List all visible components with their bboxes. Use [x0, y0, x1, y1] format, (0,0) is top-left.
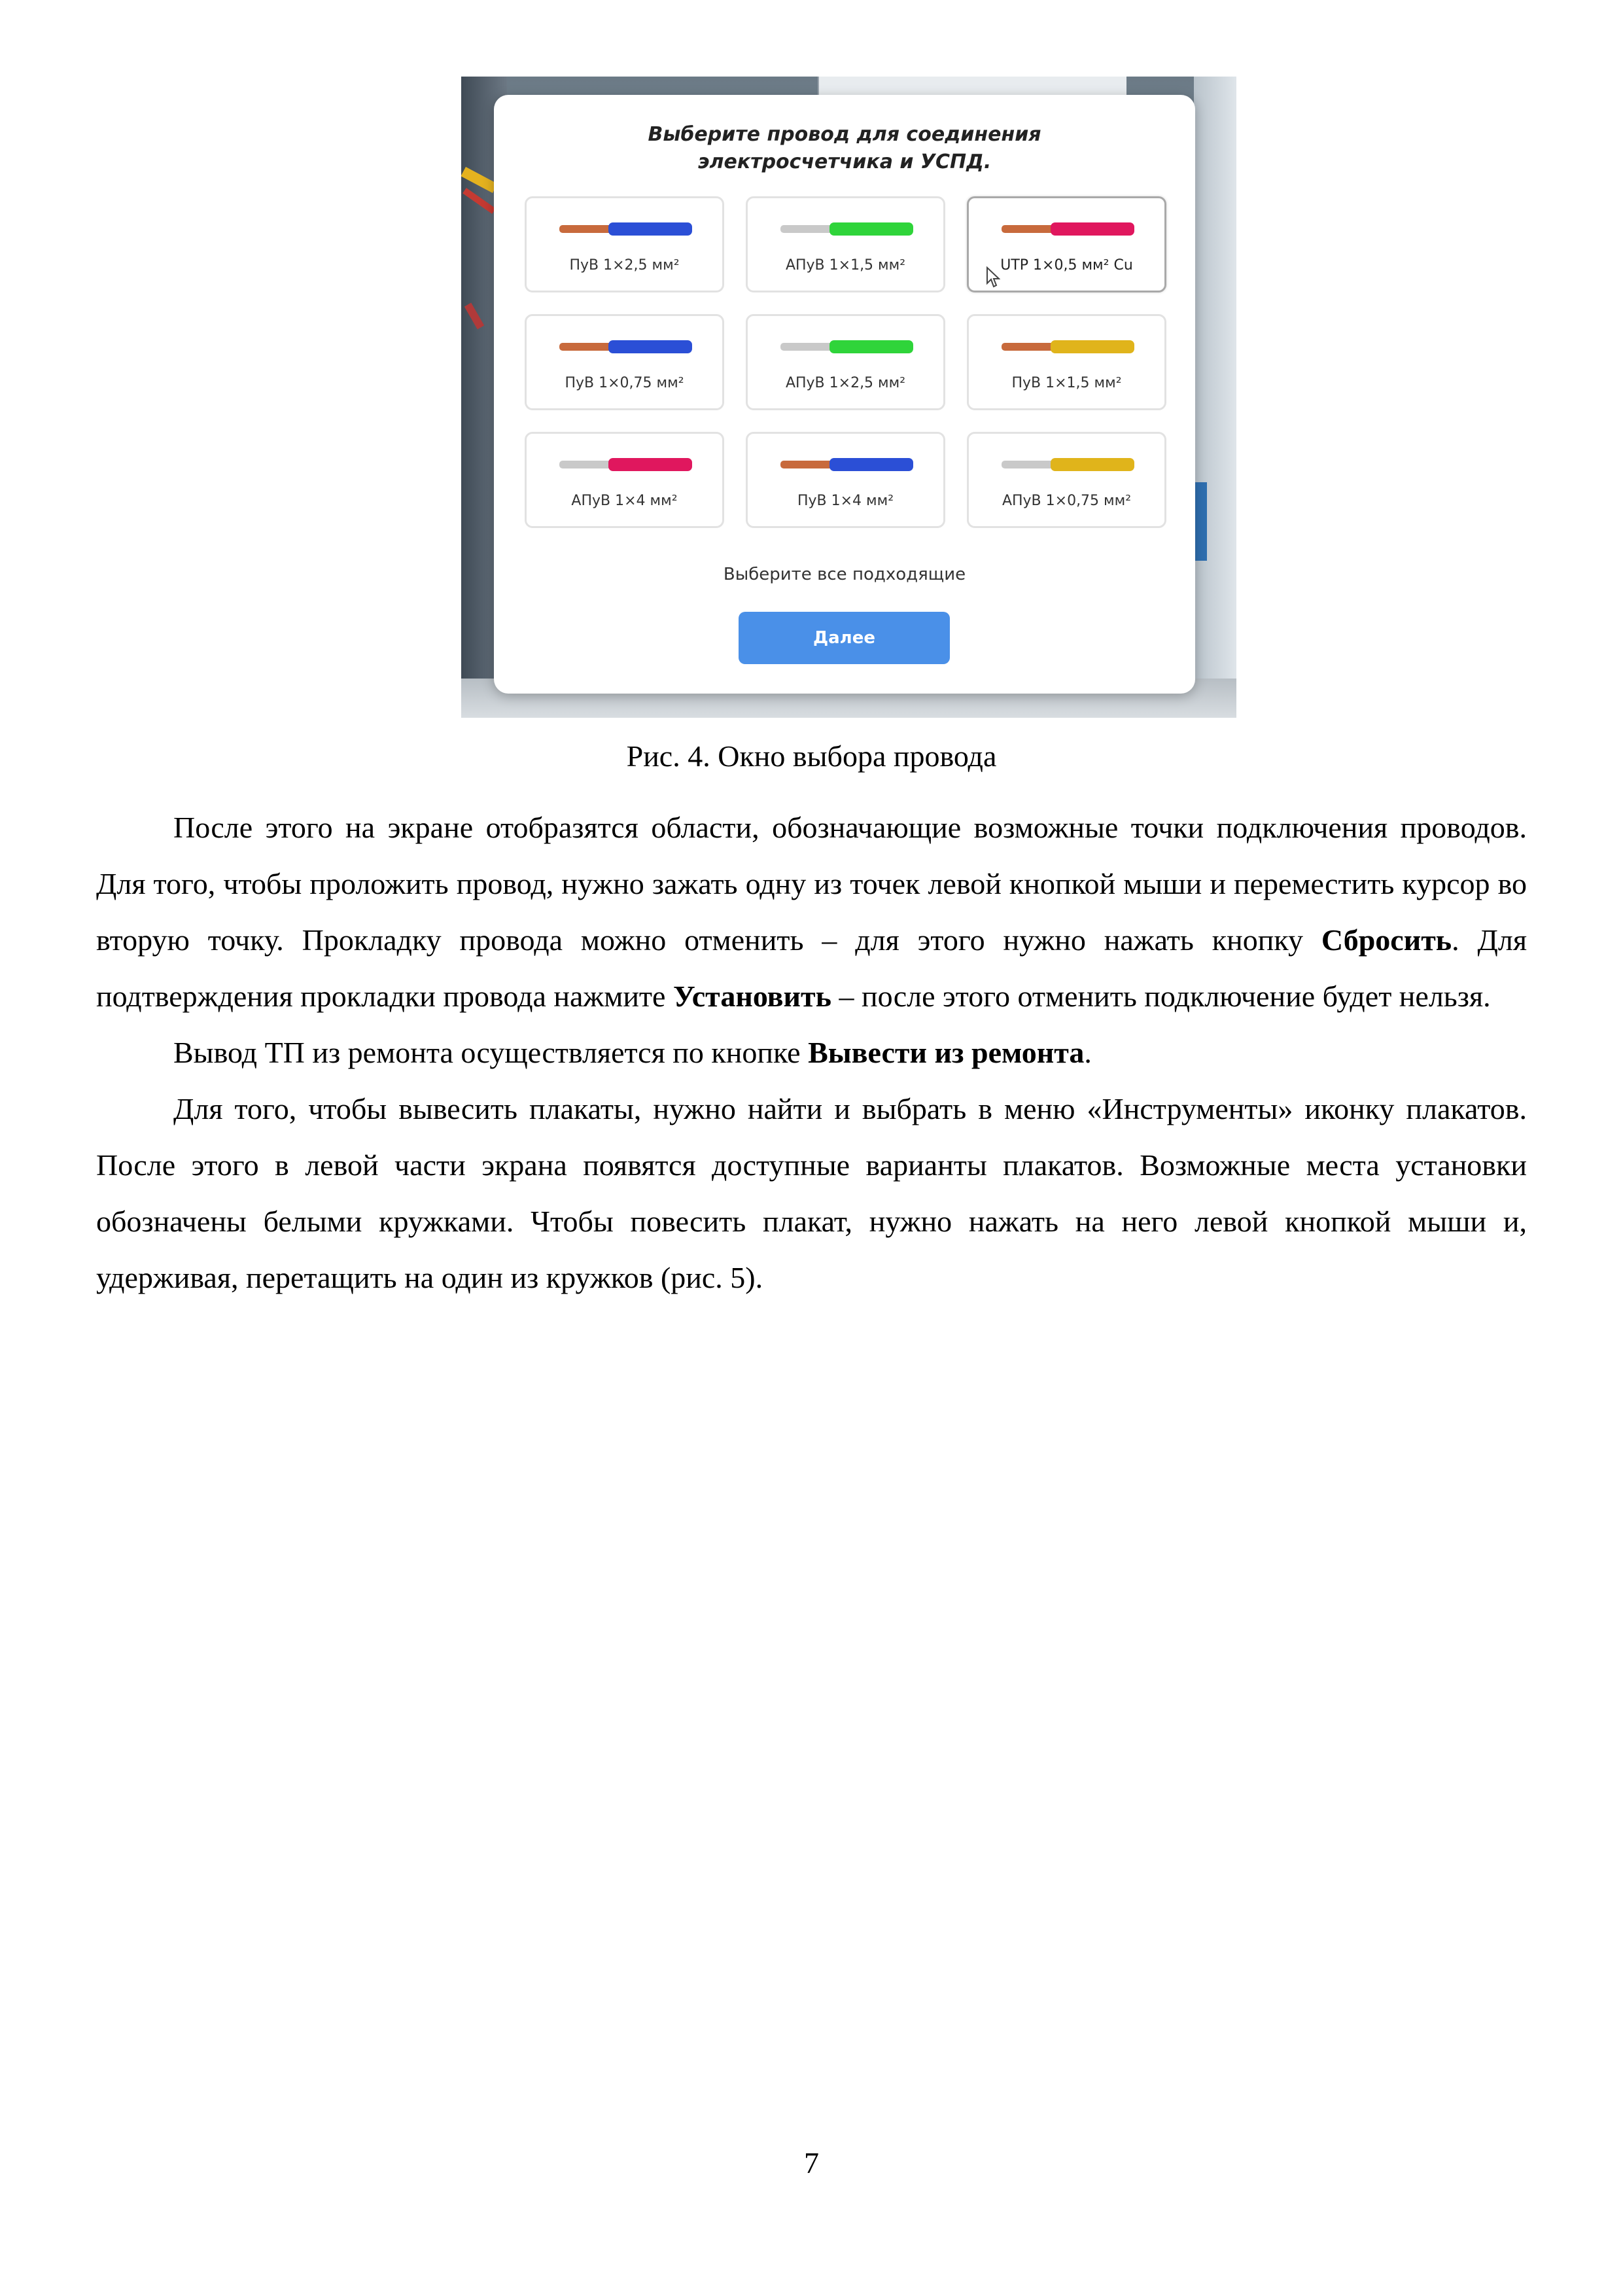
wire-option-card[interactable]: ПуВ 1×2,5 мм² — [525, 196, 724, 292]
wire-option-card[interactable]: АПуВ 1×1,5 мм² — [746, 196, 945, 292]
wire-option-label: АПуВ 1×4 мм² — [571, 493, 678, 509]
paragraph-2: Вывод ТП из ремонта осуществляется по кн… — [96, 1025, 1527, 1081]
wire-icon — [559, 458, 692, 471]
wire-insulation-icon — [1051, 340, 1134, 353]
mouse-cursor-icon — [986, 266, 1000, 288]
wire-option-label: ПуВ 1×2,5 мм² — [569, 257, 680, 274]
out-of-repair-button-reference: Вывести из ремонта — [808, 1036, 1085, 1069]
wire-option-card[interactable]: АПуВ 1×4 мм² — [525, 432, 724, 528]
paragraph-1-text-d: – после этого отменить подключение будет… — [831, 980, 1491, 1013]
wire-icon — [559, 340, 692, 353]
scene-blue-element — [1194, 482, 1207, 561]
wire-insulation-icon — [1051, 222, 1134, 236]
wire-option-label: ПуВ 1×0,75 мм² — [565, 375, 684, 391]
scene-background-right — [1194, 77, 1236, 718]
paragraph-3: Для того, чтобы вывесить плакаты, нужно … — [96, 1092, 1527, 1294]
wire-option-label: ПуВ 1×1,5 мм² — [1011, 375, 1122, 391]
wire-icon — [1002, 222, 1134, 236]
selection-hint: Выберите все подходящие — [723, 565, 966, 584]
paragraph-2-text-c: . — [1084, 1036, 1092, 1069]
paragraph-1: После этого на экране отобразятся област… — [96, 800, 1527, 1025]
wire-icon — [1002, 340, 1134, 353]
document-body: После этого на экране отобразятся област… — [96, 800, 1527, 1306]
wire-option-label: АПуВ 1×2,5 мм² — [785, 375, 906, 391]
wire-insulation-icon — [608, 222, 692, 236]
wire-icon — [780, 458, 913, 471]
install-button-reference: Установить — [672, 980, 831, 1013]
wire-icon — [559, 222, 692, 236]
paragraph-1-text-a: После этого на экране отобразятся област… — [96, 811, 1527, 957]
wire-option-label: АПуВ 1×0,75 мм² — [1002, 493, 1132, 509]
figure-screenshot: Выберите провод для соединения электросч… — [461, 77, 1236, 718]
next-button[interactable]: Далее — [739, 612, 950, 664]
page-number: 7 — [804, 2146, 819, 2180]
wire-insulation-icon — [829, 340, 913, 353]
wire-icon — [780, 222, 913, 236]
figure-caption: Рис. 4. Окно выбора провода — [626, 739, 997, 773]
wire-selection-dialog: Выберите провод для соединения электросч… — [494, 95, 1195, 694]
wire-option-card[interactable]: ПуВ 1×0,75 мм² — [525, 314, 724, 410]
wire-option-card[interactable]: ПуВ 1×1,5 мм² — [967, 314, 1166, 410]
wire-option-card[interactable]: АПуВ 1×2,5 мм² — [746, 314, 945, 410]
wire-option-card[interactable]: ПуВ 1×4 мм² — [746, 432, 945, 528]
wire-insulation-icon — [1051, 458, 1134, 471]
wire-insulation-icon — [608, 458, 692, 471]
wire-icon — [1002, 458, 1134, 471]
dialog-title: Выберите провод для соединения электросч… — [648, 123, 1041, 173]
wire-insulation-icon — [829, 222, 913, 236]
wire-icon — [780, 340, 913, 353]
reset-button-reference: Сбросить — [1321, 923, 1452, 957]
wire-insulation-icon — [829, 458, 913, 471]
wire-insulation-icon — [608, 340, 692, 353]
wire-option-label: АПуВ 1×1,5 мм² — [785, 257, 906, 274]
wire-option-label: ПуВ 1×4 мм² — [797, 493, 894, 509]
paragraph-2-text-a: Вывод ТП из ремонта осуществляется по кн… — [173, 1036, 809, 1069]
wire-option-card[interactable]: АПуВ 1×0,75 мм² — [967, 432, 1166, 528]
